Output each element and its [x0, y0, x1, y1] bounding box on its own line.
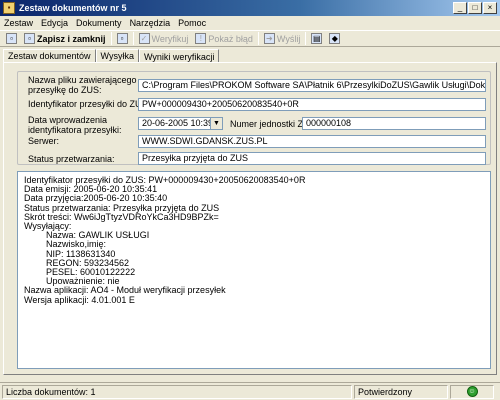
- menu-narzedzia[interactable]: Narzędzia: [130, 18, 171, 28]
- save-close-icon: ▫: [24, 33, 35, 44]
- close-button[interactable]: ×: [483, 2, 497, 14]
- id-label: Identyfikator przesyłki do ZUS:: [28, 99, 151, 109]
- detail-line: Skrót treści: Ww6iJgTtyzVDRoYkCa3HD9BPZk…: [24, 211, 219, 222]
- help-button[interactable]: ◆: [327, 32, 342, 46]
- tab-zestaw-dokumentow[interactable]: Zestaw dokumentów: [3, 49, 96, 62]
- status-icon-cell: ☺: [450, 384, 494, 399]
- toolbar-separator: [305, 32, 307, 45]
- status-field[interactable]: Przesyłka przyjęta do ZUS: [138, 152, 486, 165]
- menu-pomoc[interactable]: Pomoc: [178, 18, 206, 28]
- save-close-button[interactable]: ▫ Zapisz i zamknij: [22, 32, 108, 46]
- id-field[interactable]: PW+000009430+20050620083540+0R: [138, 98, 486, 111]
- server-label: Serwer:: [28, 136, 60, 146]
- send-label: Wyślij: [276, 33, 301, 44]
- file-field[interactable]: C:\Program Files\PROKOM Software SA\Płat…: [138, 79, 486, 92]
- verify-label: Weryfikuj: [151, 33, 189, 44]
- document-count: Liczba dokumentów: 1: [2, 384, 352, 399]
- show-errors-button[interactable]: ! Pokaż błąd: [193, 32, 255, 46]
- toolbar-separator: [110, 32, 112, 45]
- toolbar: ▫ ▫ Zapisz i zamknij ▫ ✓ Weryfikuj ! Pok…: [0, 30, 500, 47]
- error-list-icon: !: [195, 33, 207, 44]
- tab-strip: Zestaw dokumentów Wysyłka Wyniki weryfik…: [3, 48, 220, 63]
- toolbar-separator: [132, 32, 134, 45]
- ok-icon: ☺: [466, 386, 478, 397]
- unit-field[interactable]: 000000108: [302, 117, 486, 130]
- document-button[interactable]: ▤: [309, 32, 324, 46]
- send-button[interactable]: ➜ Wyślij: [262, 32, 302, 46]
- window-title: Zestaw dokumentów nr 5: [19, 3, 127, 13]
- tab-wyniki-weryfikacji[interactable]: Wyniki weryfikacji: [138, 49, 220, 63]
- book-icon: ◆: [329, 33, 341, 44]
- floppy-icon: ▫: [6, 33, 17, 44]
- menu-dokumenty[interactable]: Dokumenty: [76, 18, 122, 28]
- show-errors-label: Pokaż błąd: [208, 33, 253, 44]
- dropdown-arrow-icon[interactable]: ▼: [210, 118, 222, 129]
- tab-panel: Nazwa pliku zawierającego przesyłkę do Z…: [3, 62, 497, 375]
- status-label: Status przetwarzania:: [28, 154, 115, 164]
- menu-edycja[interactable]: Edycja: [41, 18, 68, 28]
- date-label: Data wprowadzenia identyfikatora przesył…: [28, 115, 122, 135]
- status-state: Potwierdzony: [354, 384, 448, 399]
- save-icon-button[interactable]: ▫: [4, 32, 19, 46]
- send-icon: ➜: [263, 33, 275, 44]
- document-icon: ▤: [311, 33, 323, 44]
- printer-icon: ▫: [116, 33, 128, 44]
- application-window: ▪ Zestaw dokumentów nr 5 _ □ × Zestaw Ed…: [0, 0, 500, 400]
- shipment-info-group: Nazwa pliku zawierającego przesyłkę do Z…: [17, 71, 491, 165]
- menu-zestaw[interactable]: Zestaw: [4, 18, 33, 28]
- verify-button[interactable]: ✓ Weryfikuj: [137, 32, 191, 46]
- server-field[interactable]: WWW.SDWI.GDANSK.ZUS.PL: [138, 135, 486, 148]
- detail-line: Wersja aplikacji: 4.01.001 E: [24, 294, 135, 305]
- status-bar: Liczba dokumentów: 1 Potwierdzony ☺: [0, 382, 500, 400]
- tab-wysylka[interactable]: Wysyłka: [95, 49, 139, 62]
- file-label: Nazwa pliku zawierającego przesyłkę do Z…: [28, 75, 137, 95]
- check-icon: ✓: [138, 33, 150, 44]
- date-field[interactable]: 20-06-2005 10:39:13 ▼: [138, 117, 223, 130]
- minimize-button[interactable]: _: [453, 2, 467, 14]
- menu-bar: Zestaw Edycja Dokumenty Narzędzia Pomoc: [0, 16, 500, 30]
- print-button[interactable]: ▫: [115, 32, 130, 46]
- title-bar[interactable]: ▪ Zestaw dokumentów nr 5 _ □ ×: [0, 0, 500, 16]
- maximize-button[interactable]: □: [468, 2, 482, 14]
- details-text[interactable]: Identyfikator przesyłki do ZUS: PW+00000…: [17, 171, 491, 369]
- save-close-label: Zapisz i zamknij: [37, 33, 106, 44]
- folder-icon: ▪: [3, 2, 15, 14]
- toolbar-separator: [257, 32, 259, 45]
